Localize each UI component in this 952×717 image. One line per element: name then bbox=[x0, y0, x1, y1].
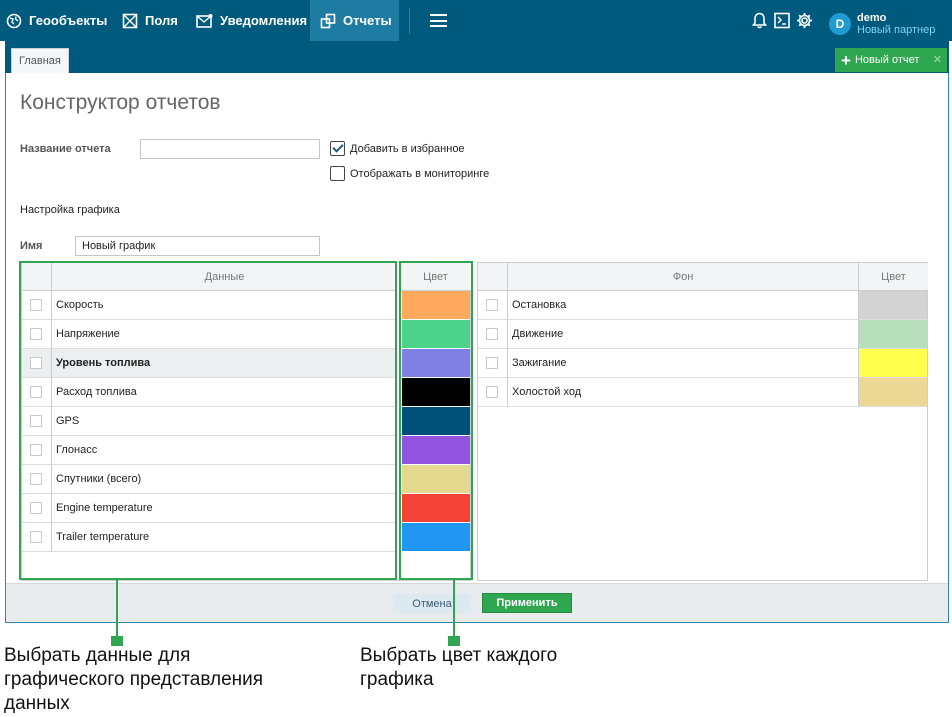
caption-data-line-2: графического представления bbox=[4, 669, 264, 690]
report-icon bbox=[320, 13, 336, 28]
row-checkbox[interactable] bbox=[486, 328, 498, 340]
background-row-label: Движение bbox=[512, 328, 564, 340]
annotation-frame-color bbox=[399, 261, 473, 580]
field-icon bbox=[122, 13, 138, 28]
menu-icon[interactable] bbox=[430, 14, 447, 27]
nav-notifications[interactable]: Уведомления bbox=[196, 0, 307, 41]
checkbox-checked[interactable] bbox=[330, 141, 345, 156]
dialog-footer bbox=[6, 583, 948, 622]
chart-name-label: Имя bbox=[20, 240, 43, 252]
bg-table-header-check bbox=[478, 263, 507, 291]
apply-button[interactable]: Применить bbox=[482, 593, 572, 613]
console-icon[interactable] bbox=[774, 12, 790, 29]
nav-geoobjects[interactable]: Геообъекты bbox=[6, 0, 107, 41]
show-monitoring-checkbox[interactable]: Отображать в мониторинге bbox=[330, 166, 489, 181]
background-row-label: Зажигание bbox=[512, 357, 567, 369]
bell-icon[interactable] bbox=[752, 12, 767, 29]
caption-data: Выбрать данные для графического представ… bbox=[4, 644, 263, 716]
nav-geoobjects-label: Геообъекты bbox=[29, 13, 108, 28]
report-name-input[interactable] bbox=[140, 139, 320, 159]
bg-header: Фон bbox=[508, 263, 858, 291]
plus-icon: + bbox=[841, 50, 851, 70]
gear-icon[interactable] bbox=[796, 12, 813, 29]
row-checkbox[interactable] bbox=[486, 357, 498, 369]
tab-new-report[interactable]: + Новый отчет ✕ bbox=[835, 48, 947, 72]
background-color-swatch[interactable] bbox=[859, 378, 927, 406]
tab-home[interactable]: Главная bbox=[11, 48, 69, 73]
annotation-line-data bbox=[116, 580, 118, 640]
user-name[interactable]: demo bbox=[857, 12, 886, 24]
cancel-button[interactable]: Отмена bbox=[393, 594, 471, 613]
col-divider bbox=[507, 320, 508, 349]
col-divider bbox=[507, 378, 508, 407]
tab-strip: Главная + Новый отчет ✕ bbox=[5, 41, 949, 73]
nav-notifications-label: Уведомления bbox=[220, 13, 308, 28]
background-row-label: Холостой ход bbox=[512, 386, 582, 398]
user-org[interactable]: Новый партнер bbox=[857, 24, 935, 36]
nav-separator bbox=[409, 8, 410, 34]
chart-settings-label: Настройка графика bbox=[20, 204, 120, 216]
chart-name-input[interactable] bbox=[75, 236, 320, 256]
top-navigation-bar: Геообъекты Поля Уведомления Отчеты D dem… bbox=[0, 0, 952, 41]
page-title: Конструктор отчетов bbox=[20, 91, 221, 114]
avatar[interactable]: D bbox=[829, 13, 851, 35]
close-icon[interactable]: ✕ bbox=[933, 53, 942, 66]
caption-color: Выбрать цвет каждого графика bbox=[360, 644, 557, 692]
add-favorites-checkbox[interactable]: Добавить в избранное bbox=[330, 141, 465, 156]
nav-reports[interactable]: Отчеты bbox=[310, 0, 399, 41]
bg-color-header: Цвет bbox=[859, 263, 928, 291]
col-divider bbox=[507, 349, 508, 378]
add-favorites-label: Добавить в избранное bbox=[350, 142, 465, 155]
caption-data-line-3: данных bbox=[4, 693, 70, 714]
annotation-frame-data bbox=[19, 261, 397, 580]
background-color-swatch[interactable] bbox=[859, 291, 927, 319]
report-constructor-screen: Геообъекты Поля Уведомления Отчеты D dem… bbox=[0, 0, 952, 717]
background-color-swatch[interactable] bbox=[859, 320, 927, 348]
nav-reports-label: Отчеты bbox=[343, 13, 392, 28]
report-name-label: Название отчета bbox=[20, 143, 111, 155]
mail-icon bbox=[196, 13, 213, 28]
caption-color-line-1: Выбрать цвет каждого bbox=[360, 645, 558, 666]
caption-data-line-1: Выбрать данные для bbox=[4, 645, 191, 666]
tab-new-report-label: Новый отчет bbox=[854, 54, 920, 66]
caption-color-line-2: графика bbox=[360, 669, 434, 690]
col-divider bbox=[507, 291, 508, 320]
show-monitoring-label: Отображать в мониторинге bbox=[350, 167, 490, 180]
checkbox-unchecked[interactable] bbox=[330, 166, 345, 181]
background-row-label: Остановка bbox=[512, 299, 567, 311]
nav-fields[interactable]: Поля bbox=[122, 0, 178, 41]
globe-icon bbox=[6, 13, 22, 28]
annotation-line-color bbox=[453, 580, 455, 640]
nav-fields-label: Поля bbox=[145, 13, 178, 28]
row-checkbox[interactable] bbox=[486, 386, 498, 398]
background-color-swatch[interactable] bbox=[859, 349, 927, 377]
row-checkbox[interactable] bbox=[486, 299, 498, 311]
background-table: Фон Цвет Остановка Движение Зажигание Холос… bbox=[477, 262, 928, 581]
